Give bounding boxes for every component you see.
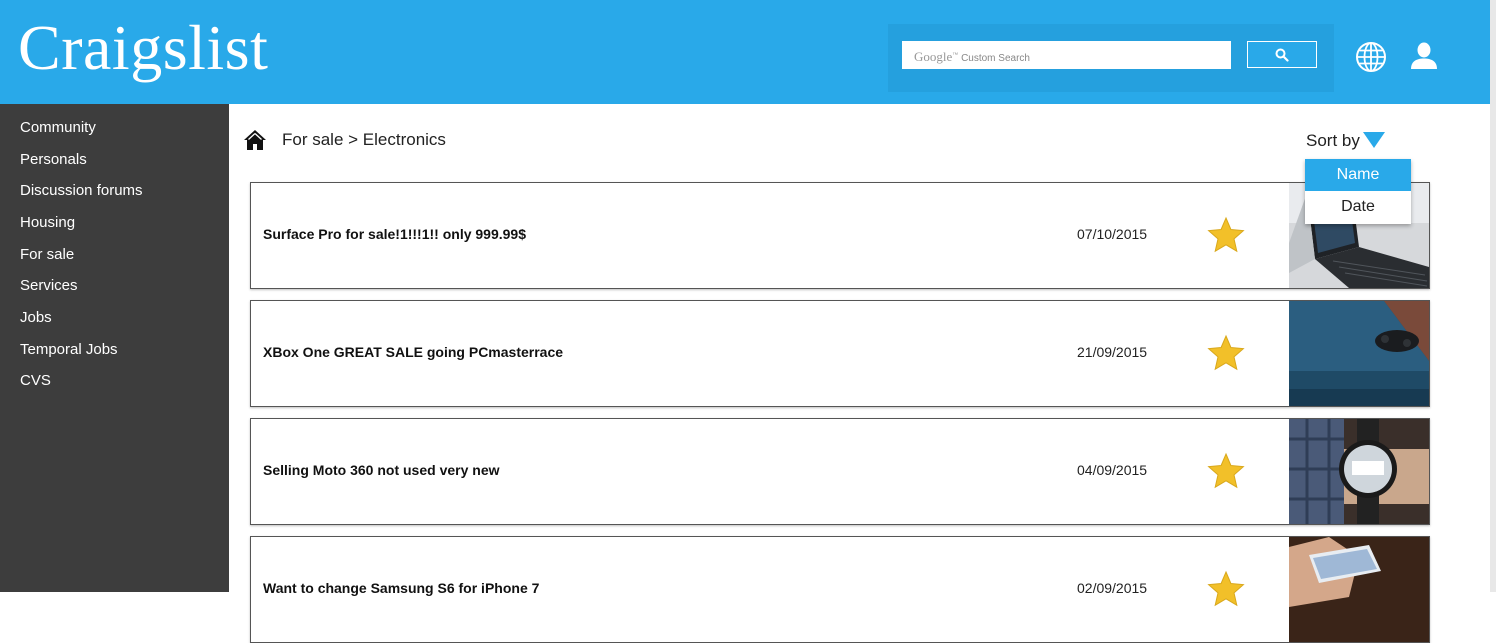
listing-date: 02/09/2015: [1077, 580, 1148, 596]
sidebar-item-community[interactable]: Community: [20, 119, 96, 137]
listing-card[interactable]: Selling Moto 360 not used very new 04/09…: [250, 418, 1430, 525]
listing-date: 21/09/2015: [1077, 344, 1148, 360]
top-header: Craigslist Google™ Custom Search: [0, 0, 1490, 104]
sidebar-item-for-sale[interactable]: For sale: [20, 246, 74, 264]
listing-card[interactable]: Surface Pro for sale!1!!!1!! only 999.99…: [250, 182, 1430, 289]
listing-card[interactable]: XBox One GREAT SALE going PCmasterrace 2…: [250, 300, 1430, 407]
sort-dropdown-menu: Name Date: [1305, 159, 1411, 224]
favorite-star-icon[interactable]: [1207, 570, 1245, 608]
sidebar-item-discussion-forums[interactable]: Discussion forums: [20, 182, 143, 200]
window-edge: [1490, 0, 1496, 592]
search-button[interactable]: [1247, 41, 1317, 68]
sort-option-date[interactable]: Date: [1305, 191, 1411, 223]
favorite-star-icon[interactable]: [1207, 334, 1245, 372]
search-placeholder-text: Custom Search: [961, 53, 1030, 64]
search-placeholder: Google™ Custom Search: [914, 49, 1030, 64]
listing-title[interactable]: Surface Pro for sale!1!!!1!! only 999.99…: [263, 226, 526, 242]
sort-label[interactable]: Sort by: [1306, 131, 1360, 151]
user-icon[interactable]: [1408, 40, 1440, 72]
favorite-star-icon[interactable]: [1207, 452, 1245, 490]
search-bar: Google™ Custom Search: [888, 24, 1334, 92]
listing-thumbnail-xbox-one[interactable]: [1289, 301, 1429, 406]
home-icon[interactable]: [243, 128, 267, 152]
sidebar-item-personals[interactable]: Personals: [20, 151, 87, 169]
sort-dropdown-icon[interactable]: [1363, 132, 1385, 148]
listing-date: 04/09/2015: [1077, 462, 1148, 478]
listing-thumbnail-samsung-s6[interactable]: [1289, 537, 1429, 642]
google-brand: Google: [914, 49, 953, 64]
sidebar-item-cvs[interactable]: CVS: [20, 372, 51, 390]
sidebar-item-temporal-jobs[interactable]: Temporal Jobs: [20, 341, 118, 359]
search-icon: [1275, 48, 1289, 62]
favorite-star-icon[interactable]: [1207, 216, 1245, 254]
craigslist-logo[interactable]: Craigslist: [18, 12, 268, 84]
sidebar-item-housing[interactable]: Housing: [20, 214, 75, 232]
listing-title[interactable]: XBox One GREAT SALE going PCmasterrace: [263, 344, 563, 360]
breadcrumb[interactable]: For sale > Electronics: [282, 130, 446, 150]
category-sidebar: Community Personals Discussion forums Ho…: [0, 104, 229, 592]
sort-option-name[interactable]: Name: [1305, 159, 1411, 191]
listing-date: 07/10/2015: [1077, 226, 1148, 242]
search-input[interactable]: Google™ Custom Search: [902, 41, 1231, 69]
sidebar-item-services[interactable]: Services: [20, 277, 78, 295]
listing-thumbnail-moto-360[interactable]: [1289, 419, 1429, 524]
listing-title[interactable]: Want to change Samsung S6 for iPhone 7: [263, 580, 539, 596]
sidebar-item-jobs[interactable]: Jobs: [20, 309, 52, 327]
listing-card[interactable]: Want to change Samsung S6 for iPhone 7 0…: [250, 536, 1430, 643]
listing-title[interactable]: Selling Moto 360 not used very new: [263, 462, 500, 478]
globe-icon[interactable]: [1355, 41, 1387, 73]
